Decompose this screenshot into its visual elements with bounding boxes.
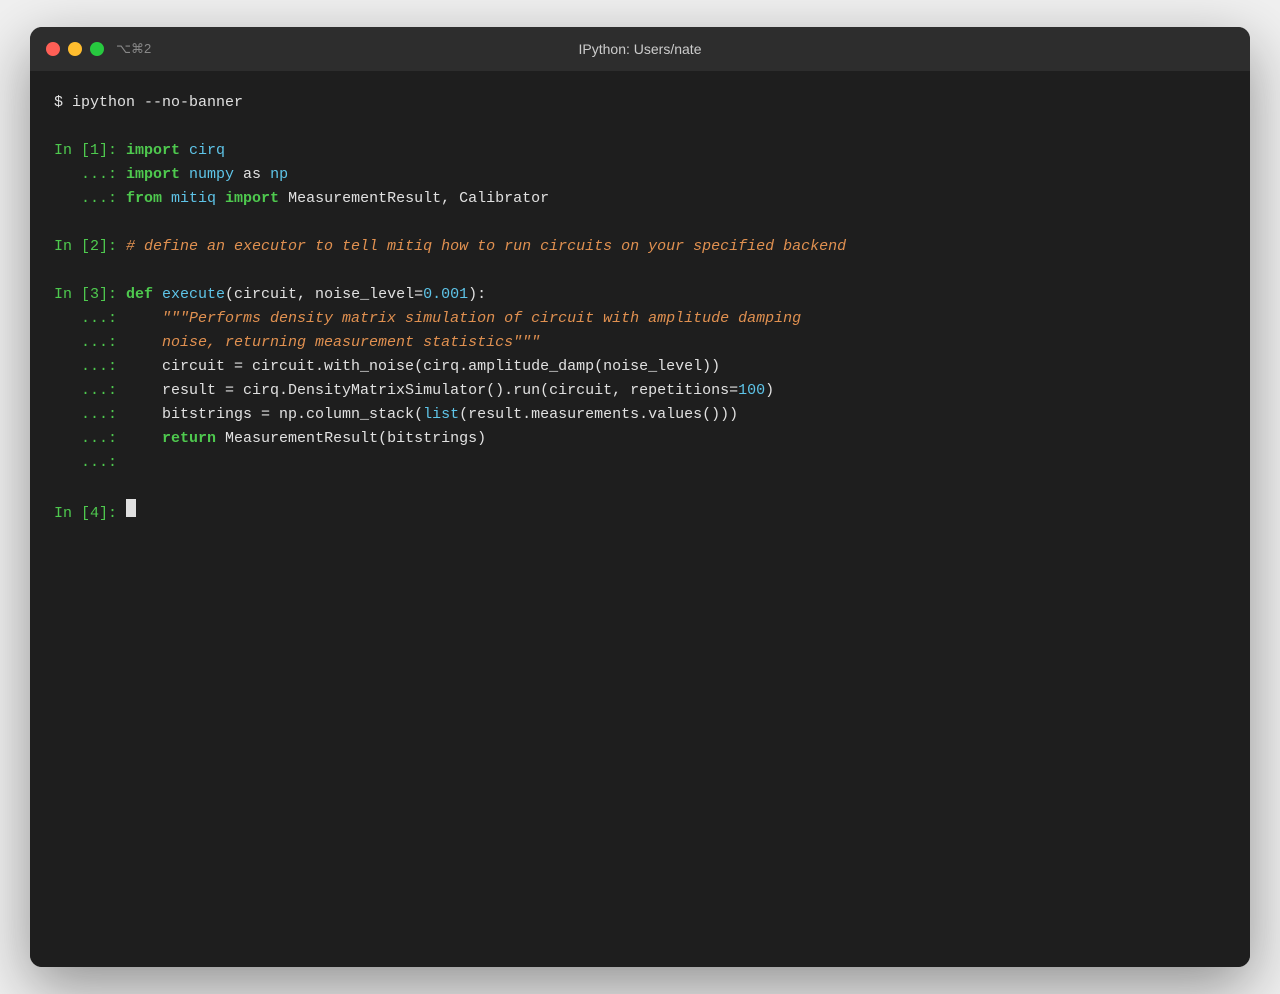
prompt-cont-3-2: ...:: [54, 331, 126, 355]
docstring-1: """Performs density matrix simulation of…: [126, 307, 801, 331]
func-params-open: (circuit, noise_level=: [225, 283, 423, 307]
continuation-3-1: ...: """Performs density matrix simulati…: [54, 307, 1226, 331]
close-button[interactable]: [46, 42, 60, 56]
continuation-1-3: ...: from mitiq import MeasurementResult…: [54, 187, 1226, 211]
module-mitiq: mitiq: [171, 187, 225, 211]
comment-executor: # define an executor to tell mitiq how t…: [126, 235, 846, 259]
return-value: MeasurementResult(bitstrings): [216, 427, 486, 451]
input-line-4[interactable]: In [4]:: [54, 499, 1226, 526]
module-numpy: numpy: [189, 163, 243, 187]
prompt-cont-3-1: ...:: [54, 307, 126, 331]
window-title: IPython: Users/nate: [579, 41, 702, 57]
keyword-from: from: [126, 187, 171, 211]
result-run: result = cirq.DensityMatrixSimulator().r…: [126, 379, 738, 403]
prompt-cont-1-2: ...:: [54, 163, 126, 187]
continuation-1-2: ...: import numpy as np: [54, 163, 1226, 187]
keyword-import-3: import: [225, 187, 279, 211]
module-cirq: cirq: [189, 139, 225, 163]
bitstrings-1: bitstrings = np.column_stack(: [126, 403, 423, 427]
shell-prompt: $ ipython --no-banner: [54, 91, 243, 115]
keyword-return: return: [162, 427, 216, 451]
prompt-2: In [2]:: [54, 235, 126, 259]
continuation-3-5: ...: bitstrings = np.column_stack(list(r…: [54, 403, 1226, 427]
prompt-1: In [1]:: [54, 139, 126, 163]
maximize-button[interactable]: [90, 42, 104, 56]
prompt-cont-1-3: ...:: [54, 187, 126, 211]
input-line-1: In [1]: import cirq: [54, 139, 1226, 163]
prompt-cont-3-6: ...:: [54, 427, 126, 451]
builtin-list: list: [423, 403, 459, 427]
result-run-close: ): [765, 379, 774, 403]
prompt-cont-3-4: ...:: [54, 379, 126, 403]
shell-prompt-line: $ ipython --no-banner: [54, 91, 1226, 115]
number-repetitions: 100: [738, 379, 765, 403]
minimize-button[interactable]: [68, 42, 82, 56]
text-cursor: [126, 499, 136, 517]
continuation-3-2: ...: noise, returning measurement statis…: [54, 331, 1226, 355]
alias-np: np: [261, 163, 288, 187]
func-params-close: ):: [468, 283, 486, 307]
number-noise: 0.001: [423, 283, 468, 307]
prompt-cont-3-3: ...:: [54, 355, 126, 379]
keyword-as: as: [243, 163, 261, 187]
continuation-3-7: ...:: [54, 451, 1226, 475]
titlebar: ⌥⌘2 IPython: Users/nate: [30, 27, 1250, 71]
continuation-3-6: ...: return MeasurementResult(bitstrings…: [54, 427, 1226, 451]
input-line-3: In [3]: def execute(circuit, noise_level…: [54, 283, 1226, 307]
terminal-window: ⌥⌘2 IPython: Users/nate $ ipython --no-b…: [30, 27, 1250, 967]
terminal-body[interactable]: $ ipython --no-banner In [1]: import cir…: [30, 71, 1250, 967]
bitstrings-2: (result.measurements.values())): [459, 403, 738, 427]
continuation-3-4: ...: result = cirq.DensityMatrixSimulato…: [54, 379, 1226, 403]
traffic-lights: [46, 42, 104, 56]
prompt-3: In [3]:: [54, 283, 126, 307]
continuation-3-3: ...: circuit = circuit.with_noise(cirq.a…: [54, 355, 1226, 379]
func-execute: execute: [162, 283, 225, 307]
prompt-cont-3-7: ...:: [54, 451, 117, 475]
input-line-2: In [2]: # define an executor to tell mit…: [54, 235, 1226, 259]
keyword-import-1: import: [126, 139, 189, 163]
keyboard-shortcut: ⌥⌘2: [116, 41, 151, 57]
import-names: MeasurementResult, Calibrator: [279, 187, 549, 211]
docstring-2: noise, returning measurement statistics"…: [126, 331, 540, 355]
keyword-import-2: import: [126, 163, 189, 187]
return-indent: [126, 427, 162, 451]
circuit-with-noise: circuit = circuit.with_noise(cirq.amplit…: [126, 355, 720, 379]
prompt-4: In [4]:: [54, 502, 126, 526]
prompt-cont-3-5: ...:: [54, 403, 126, 427]
keyword-def: def: [126, 283, 162, 307]
